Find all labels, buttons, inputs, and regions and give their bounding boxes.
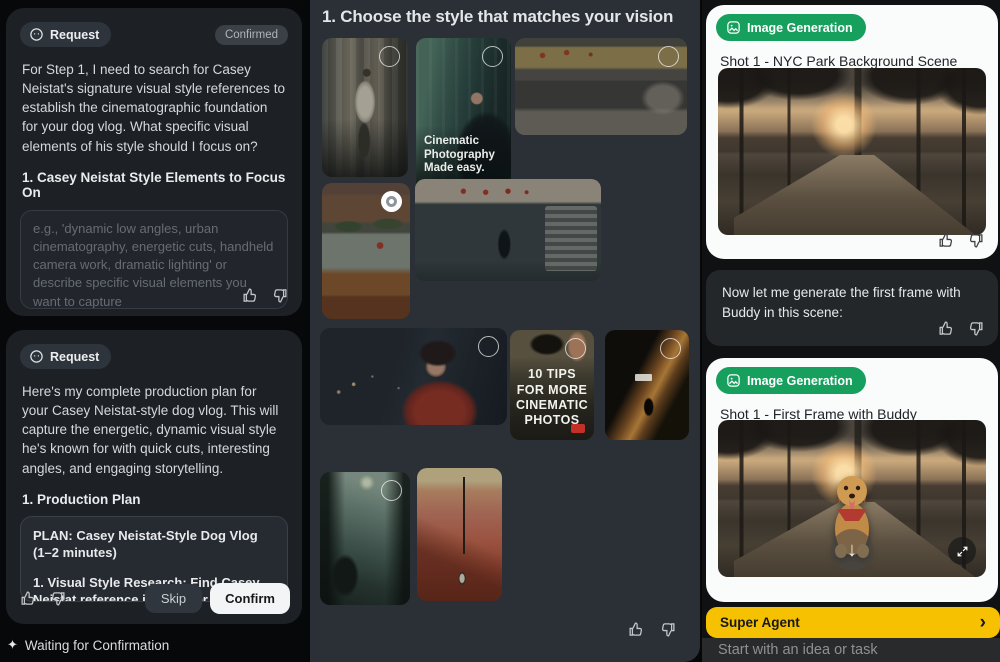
ghost-icon [29, 349, 44, 364]
assistant-message-card: Now let me generate the first frame with… [706, 270, 998, 346]
request-paragraph: For Step 1, I need to search for Casey N… [6, 47, 302, 156]
style-tile-motion-blur-portrait[interactable] [322, 38, 408, 177]
style-tile-low-angle-towers[interactable] [320, 472, 410, 605]
tile-overlay-text: Cinematic Photography Made easy. [424, 135, 495, 184]
card-header: Request [6, 330, 302, 369]
sparkle-icon: ✦ [7, 637, 18, 653]
assistant-message-text: Now let me generate the first frame with… [706, 270, 998, 322]
confirmed-badge: Confirmed [215, 25, 288, 45]
request-badge: Request [20, 22, 111, 47]
plan-paragraph: Here's my complete production plan for y… [6, 369, 302, 478]
request-badge-label: Request [50, 350, 99, 364]
conversation-panel: Request Confirmed For Step 1, I need to … [0, 0, 308, 662]
image-generation-badge: Image Generation [716, 14, 866, 41]
thumbs-up-icon[interactable] [20, 590, 37, 607]
expand-icon[interactable] [948, 537, 976, 565]
radio-unselected-icon[interactable] [478, 336, 499, 357]
request-badge: Request [20, 344, 111, 369]
style-tile-light-beam-alley[interactable] [605, 330, 689, 440]
style-tile-ten-tips-poster[interactable]: 10 TIPS FOR MORE CINEMATIC PHOTOS [510, 330, 594, 440]
style-elements-heading: 1. Casey Neistat Style Elements to Focus… [6, 156, 302, 200]
radio-unselected-icon[interactable] [482, 46, 503, 67]
image-generation-badge: Image Generation [716, 367, 866, 394]
plan-title: PLAN: Casey Neistat-Style Dog Vlog (1–2 … [33, 527, 275, 562]
shot-title: Shot 1 - NYC Park Background Scene [720, 53, 998, 69]
image-generation-card-2: Image Generation Shot 1 - First Frame wi… [706, 358, 998, 602]
confirmation-actions: Skip Confirm [20, 583, 290, 614]
style-tile-deli-storefront[interactable] [415, 179, 601, 281]
image-generation-card-1: Image Generation Shot 1 - NYC Park Backg… [706, 5, 998, 259]
radio-unselected-icon[interactable] [658, 46, 679, 67]
ghost-icon [29, 27, 44, 42]
image-generation-icon [726, 373, 741, 388]
request-badge-label: Request [50, 28, 99, 42]
style-picker-panel: 1. Choose the style that matches your vi… [310, 0, 700, 662]
thumbs-down-icon[interactable] [659, 621, 676, 638]
thumbs-up-icon[interactable] [938, 320, 955, 337]
tile-shade [417, 468, 502, 601]
style-tile-orange-wall[interactable] [417, 468, 502, 601]
thumbs-down-icon[interactable] [271, 287, 288, 304]
generated-image-buddy-first-frame: ↓ [718, 420, 986, 577]
image-generation-badge-label: Image Generation [747, 21, 853, 35]
radio-unselected-icon[interactable] [565, 338, 586, 359]
thumbs-down-icon[interactable] [49, 590, 66, 607]
thumbs-up-icon[interactable] [628, 621, 645, 638]
production-plan-heading: 1. Production Plan [6, 478, 302, 507]
confirm-button[interactable]: Confirm [210, 583, 290, 614]
download-button[interactable]: ↓ [831, 529, 873, 571]
request-card-1: Request Confirmed For Step 1, I need to … [6, 8, 302, 316]
style-tile-storefront-yellow-sign[interactable] [515, 38, 687, 135]
image-generation-icon [726, 20, 741, 35]
super-agent-label: Super Agent [720, 615, 980, 630]
feedback-row [242, 287, 288, 304]
style-picker-title: 1. Choose the style that matches your vi… [322, 7, 673, 27]
feedback-row [938, 320, 984, 337]
thumbs-up-icon[interactable] [242, 287, 259, 304]
radio-unselected-icon[interactable] [381, 480, 402, 501]
radio-unselected-icon[interactable] [660, 338, 681, 359]
thumbs-up-icon[interactable] [938, 232, 955, 249]
request-card-2: Request Here's my complete production pl… [6, 330, 302, 624]
style-tile-woman-red-jacket[interactable] [320, 328, 507, 425]
image-generation-badge-label: Image Generation [747, 374, 853, 388]
radio-selected-icon[interactable] [381, 191, 402, 212]
prompt-placeholder: Start with an idea or task [718, 642, 878, 658]
card-header: Request Confirmed [6, 8, 302, 47]
status-bar: ✦ Waiting for Confirmation [7, 637, 169, 653]
thumbs-down-icon[interactable] [967, 232, 984, 249]
skip-button[interactable]: Skip [145, 584, 202, 613]
prompt-input[interactable]: Start with an idea or task [702, 638, 1000, 662]
super-agent-bar[interactable]: Super Agent › [706, 607, 1000, 638]
style-tile-city-collage[interactable] [322, 183, 410, 319]
status-text: Waiting for Confirmation [25, 638, 169, 653]
thumbs-down-icon[interactable] [967, 320, 984, 337]
download-arrow-icon: ↓ [847, 539, 857, 562]
feedback-row [938, 232, 984, 249]
feedback-row [628, 621, 676, 638]
generated-image-nyc-park [718, 68, 986, 235]
generation-panel: Image Generation Shot 1 - NYC Park Backg… [702, 0, 1000, 662]
chevron-right-icon: › [980, 613, 986, 632]
tile-overlay-text: 10 TIPS FOR MORE CINEMATIC PHOTOS [510, 367, 594, 428]
radio-unselected-icon[interactable] [379, 46, 400, 67]
tile-shade [415, 179, 601, 281]
